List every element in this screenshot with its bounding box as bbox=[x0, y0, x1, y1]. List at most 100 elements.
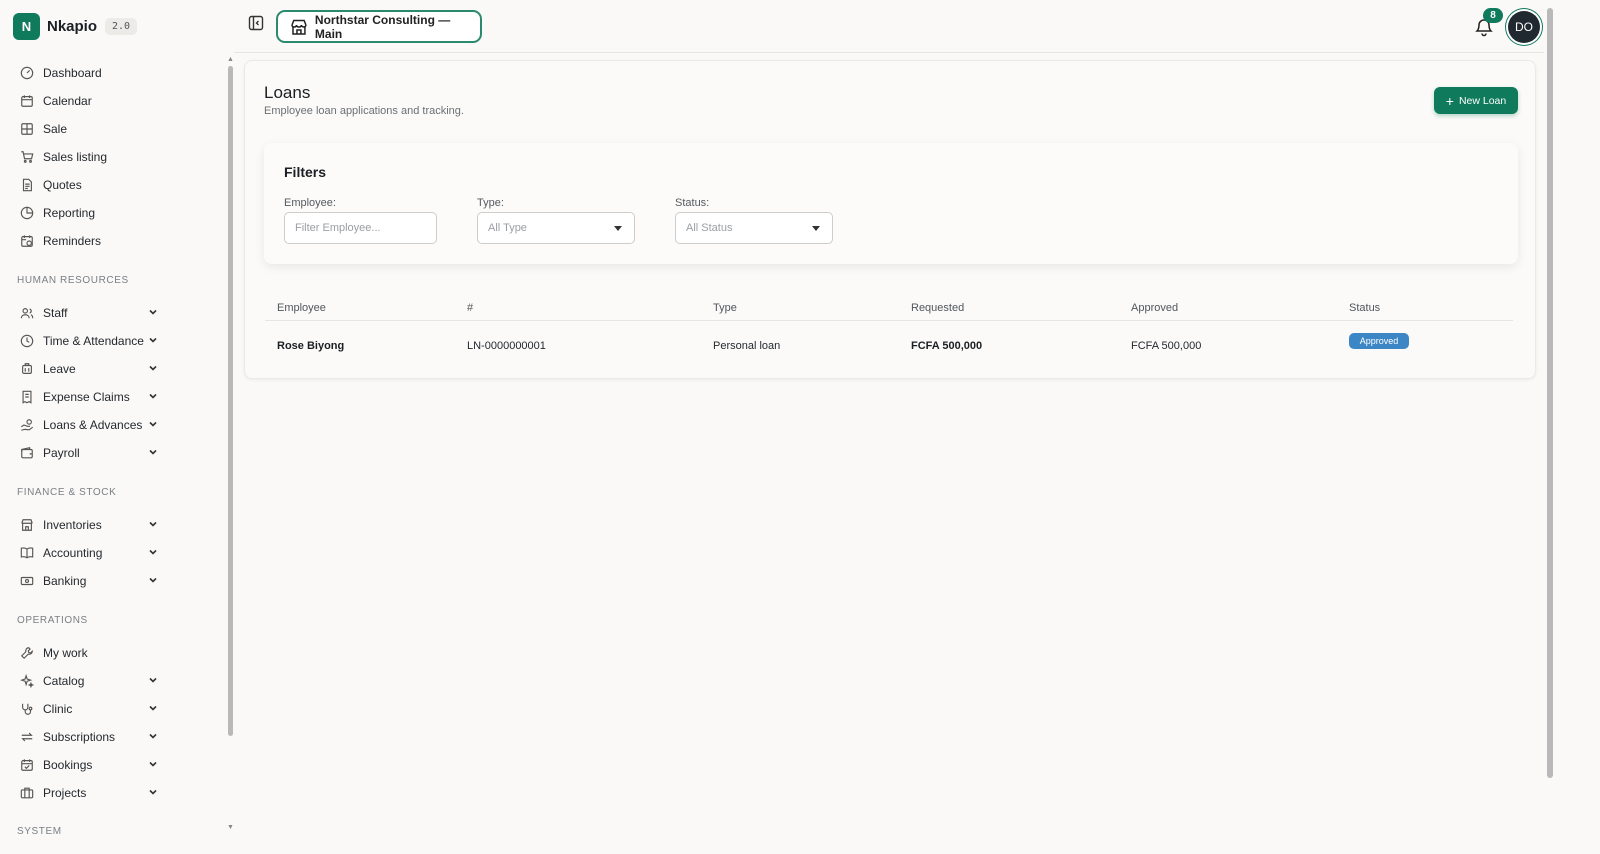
gauge-icon bbox=[18, 65, 35, 82]
sidebar-item-projects[interactable]: Projects bbox=[18, 782, 164, 804]
chevron-down-icon[interactable] bbox=[148, 335, 158, 345]
chevron-down-icon[interactable] bbox=[148, 575, 158, 585]
section-label-system: SYSTEM bbox=[17, 826, 62, 837]
sidebar-item-sale[interactable]: Sale bbox=[18, 118, 164, 140]
column-header-status[interactable]: Status bbox=[1349, 302, 1380, 314]
sidebar-item-label: Clinic bbox=[43, 702, 73, 716]
main-scrollbar[interactable] bbox=[1547, 8, 1553, 778]
sidebar-item-calendar[interactable]: Calendar bbox=[18, 90, 164, 112]
chevron-down-icon[interactable] bbox=[148, 363, 158, 373]
column-header-requested[interactable]: Requested bbox=[911, 302, 964, 314]
calendar-clock-icon bbox=[18, 233, 35, 250]
plus-icon: + bbox=[1445, 92, 1454, 109]
chevron-down-icon[interactable] bbox=[148, 703, 158, 713]
scroll-down-arrow-icon[interactable]: ▼ bbox=[227, 824, 234, 831]
status-filter-select[interactable]: All Status bbox=[675, 212, 833, 244]
filters-title: Filters bbox=[284, 164, 327, 180]
table-divider bbox=[265, 320, 1513, 321]
avatar[interactable]: DO bbox=[1508, 11, 1540, 43]
column-header-number[interactable]: # bbox=[467, 302, 473, 314]
hand-coins-icon bbox=[18, 417, 35, 434]
chevron-down-icon[interactable] bbox=[148, 731, 158, 741]
new-loan-label: New Loan bbox=[1458, 94, 1507, 107]
status-filter-value: All Status bbox=[686, 222, 733, 234]
status-filter-label: Status: bbox=[675, 197, 710, 209]
sidebar-scrollbar[interactable] bbox=[228, 66, 233, 736]
sidebar-item-dashboard[interactable]: Dashboard bbox=[18, 62, 164, 84]
sidebar-item-reminders[interactable]: Reminders bbox=[18, 230, 164, 252]
document-icon bbox=[18, 177, 35, 194]
grid-plus-icon bbox=[18, 121, 35, 138]
sidebar-item-staff[interactable]: Staff bbox=[18, 302, 164, 324]
cart-icon bbox=[18, 149, 35, 166]
employee-filter-placeholder: Filter Employee... bbox=[295, 222, 381, 234]
organization-switcher[interactable]: Northstar Consulting — Main bbox=[276, 10, 482, 43]
sidebar-item-accounting[interactable]: Accounting bbox=[18, 542, 164, 564]
chevron-down-icon[interactable] bbox=[148, 447, 158, 457]
users-icon bbox=[18, 305, 35, 322]
caret-down-icon bbox=[812, 226, 820, 231]
chevron-down-icon[interactable] bbox=[148, 307, 158, 317]
sidebar-item-clinic[interactable]: Clinic bbox=[18, 698, 164, 720]
column-header-type[interactable]: Type bbox=[713, 302, 737, 314]
plane-icon bbox=[18, 361, 35, 378]
sidebar-item-subscriptions[interactable]: Subscriptions bbox=[18, 726, 164, 748]
sidebar-item-expense-claims[interactable]: Expense Claims bbox=[18, 386, 164, 408]
sidebar-item-label: Accounting bbox=[43, 546, 103, 560]
sidebar-item-reporting[interactable]: Reporting bbox=[18, 202, 164, 224]
organization-name: Northstar Consulting — Main bbox=[314, 12, 451, 41]
employee-filter-label: Employee: bbox=[284, 197, 336, 209]
cell-approved: FCFA 500,000 bbox=[1131, 340, 1202, 352]
chevron-down-icon[interactable] bbox=[148, 391, 158, 401]
sidebar-item-catalog[interactable]: Catalog bbox=[18, 670, 164, 692]
sidebar-collapse-icon[interactable] bbox=[248, 15, 264, 31]
chevron-down-icon[interactable] bbox=[148, 759, 158, 769]
chevron-down-icon[interactable] bbox=[148, 547, 158, 557]
chevron-down-icon[interactable] bbox=[148, 787, 158, 797]
sidebar-item-label: Sale bbox=[43, 122, 68, 136]
cell-number: LN-0000000001 bbox=[467, 340, 546, 352]
sidebar-item-leave[interactable]: Leave bbox=[18, 358, 164, 380]
sidebar-item-label: Quotes bbox=[43, 178, 82, 192]
sidebar-item-label: Reporting bbox=[43, 206, 96, 220]
sidebar-item-sales-listing[interactable]: Sales listing bbox=[18, 146, 164, 168]
sidebar-item-label: Loans & Advances bbox=[43, 418, 143, 432]
sidebar-item-quotes[interactable]: Quotes bbox=[18, 174, 164, 196]
brand[interactable]: N Nkapio 2.0 bbox=[13, 13, 138, 40]
sidebar-item-label: Time & Attendance bbox=[43, 334, 144, 348]
repeat-icon bbox=[18, 729, 35, 746]
filters-panel: Filters Employee: Filter Employee... Typ… bbox=[264, 143, 1518, 264]
caret-down-icon bbox=[614, 226, 622, 231]
section-label-finance-stock: FINANCE & STOCK bbox=[17, 487, 117, 498]
sidebar-item-my-work[interactable]: My work bbox=[18, 642, 164, 664]
column-header-approved[interactable]: Approved bbox=[1131, 302, 1178, 314]
version-badge: 2.0 bbox=[105, 18, 138, 35]
sidebar-item-loans-advances[interactable]: Loans & Advances bbox=[18, 414, 164, 436]
sidebar: N Nkapio 2.0 Dashboard Calendar Sale Sal… bbox=[0, 0, 226, 854]
employee-filter-input[interactable]: Filter Employee... bbox=[284, 212, 437, 244]
receipt-icon bbox=[18, 389, 35, 406]
scroll-up-arrow-icon[interactable]: ▲ bbox=[227, 56, 234, 63]
sidebar-item-bookings[interactable]: Bookings bbox=[18, 754, 164, 776]
column-header-employee[interactable]: Employee bbox=[277, 302, 326, 314]
sidebar-item-label: Bookings bbox=[43, 758, 93, 772]
chevron-down-icon[interactable] bbox=[148, 519, 158, 529]
type-filter-value: All Type bbox=[488, 222, 527, 234]
page-subtitle: Employee loan applications and tracking. bbox=[264, 105, 464, 117]
sidebar-item-payroll[interactable]: Payroll bbox=[18, 442, 164, 464]
new-loan-button[interactable]: + New Loan bbox=[1434, 87, 1518, 114]
chevron-down-icon[interactable] bbox=[148, 419, 158, 429]
sidebar-item-inventories[interactable]: Inventories bbox=[18, 514, 164, 536]
wallet-icon bbox=[18, 445, 35, 462]
sidebar-item-time-attendance[interactable]: Time & Attendance bbox=[18, 330, 164, 352]
notification-count-badge: 8 bbox=[1483, 8, 1503, 23]
sidebar-item-label: Calendar bbox=[43, 94, 92, 108]
banknote-icon bbox=[18, 573, 35, 590]
sidebar-item-label: Banking bbox=[43, 574, 87, 588]
page-title: Loans bbox=[264, 83, 311, 102]
chevron-down-icon[interactable] bbox=[148, 675, 158, 685]
type-filter-select[interactable]: All Type bbox=[477, 212, 635, 244]
loans-card: Loans Employee loan applications and tra… bbox=[244, 60, 1536, 379]
store-icon bbox=[291, 19, 307, 35]
sidebar-item-banking[interactable]: Banking bbox=[18, 570, 164, 592]
